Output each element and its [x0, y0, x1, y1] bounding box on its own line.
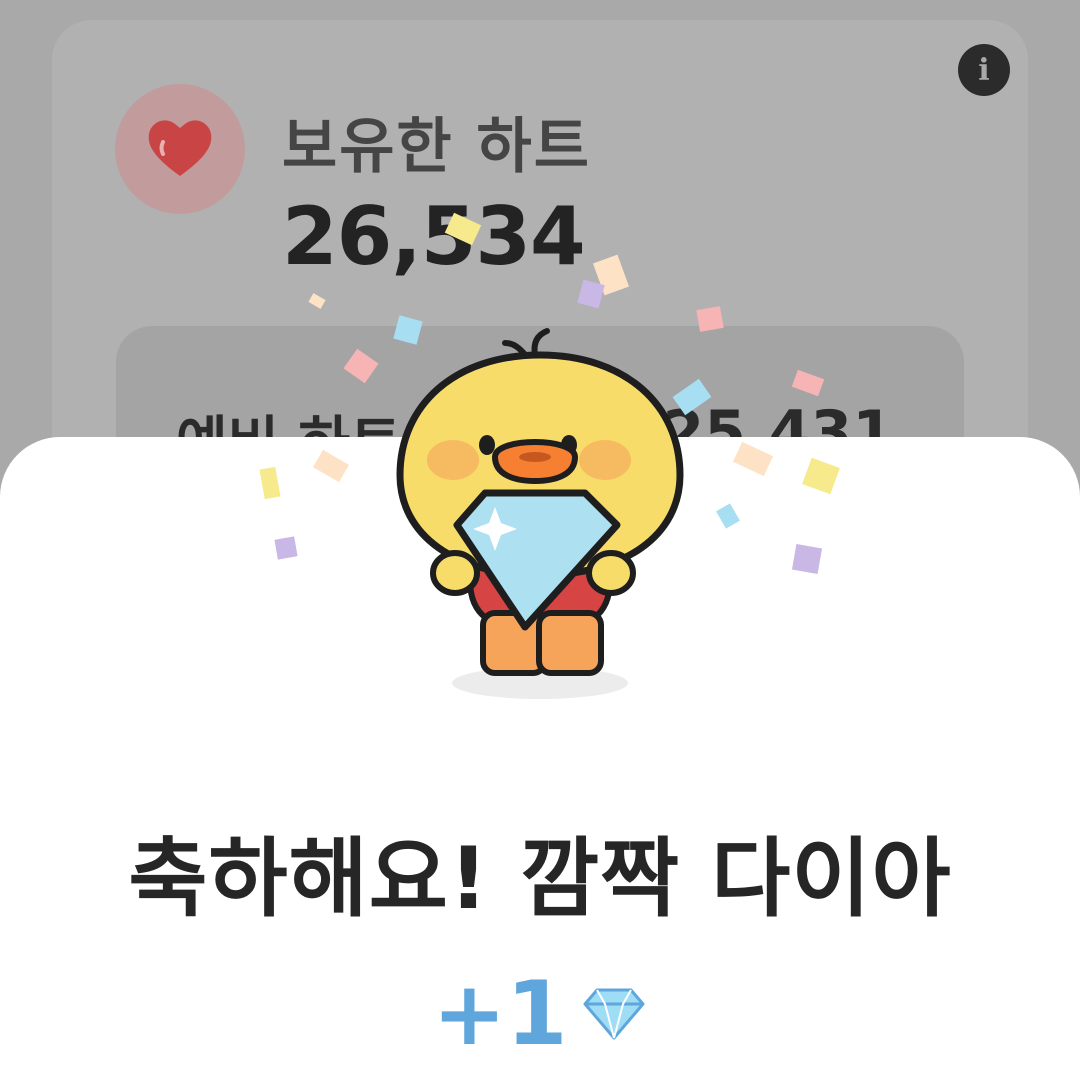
diamond-icon [583, 988, 645, 1039]
chick-mascot-holding-diamond [396, 328, 684, 699]
congrats-title: 축하해요! 깜짝 다이아 [128, 829, 952, 929]
reward-amount: +1 [432, 962, 568, 1065]
reward-amount-row: +1 [0, 962, 1080, 1065]
